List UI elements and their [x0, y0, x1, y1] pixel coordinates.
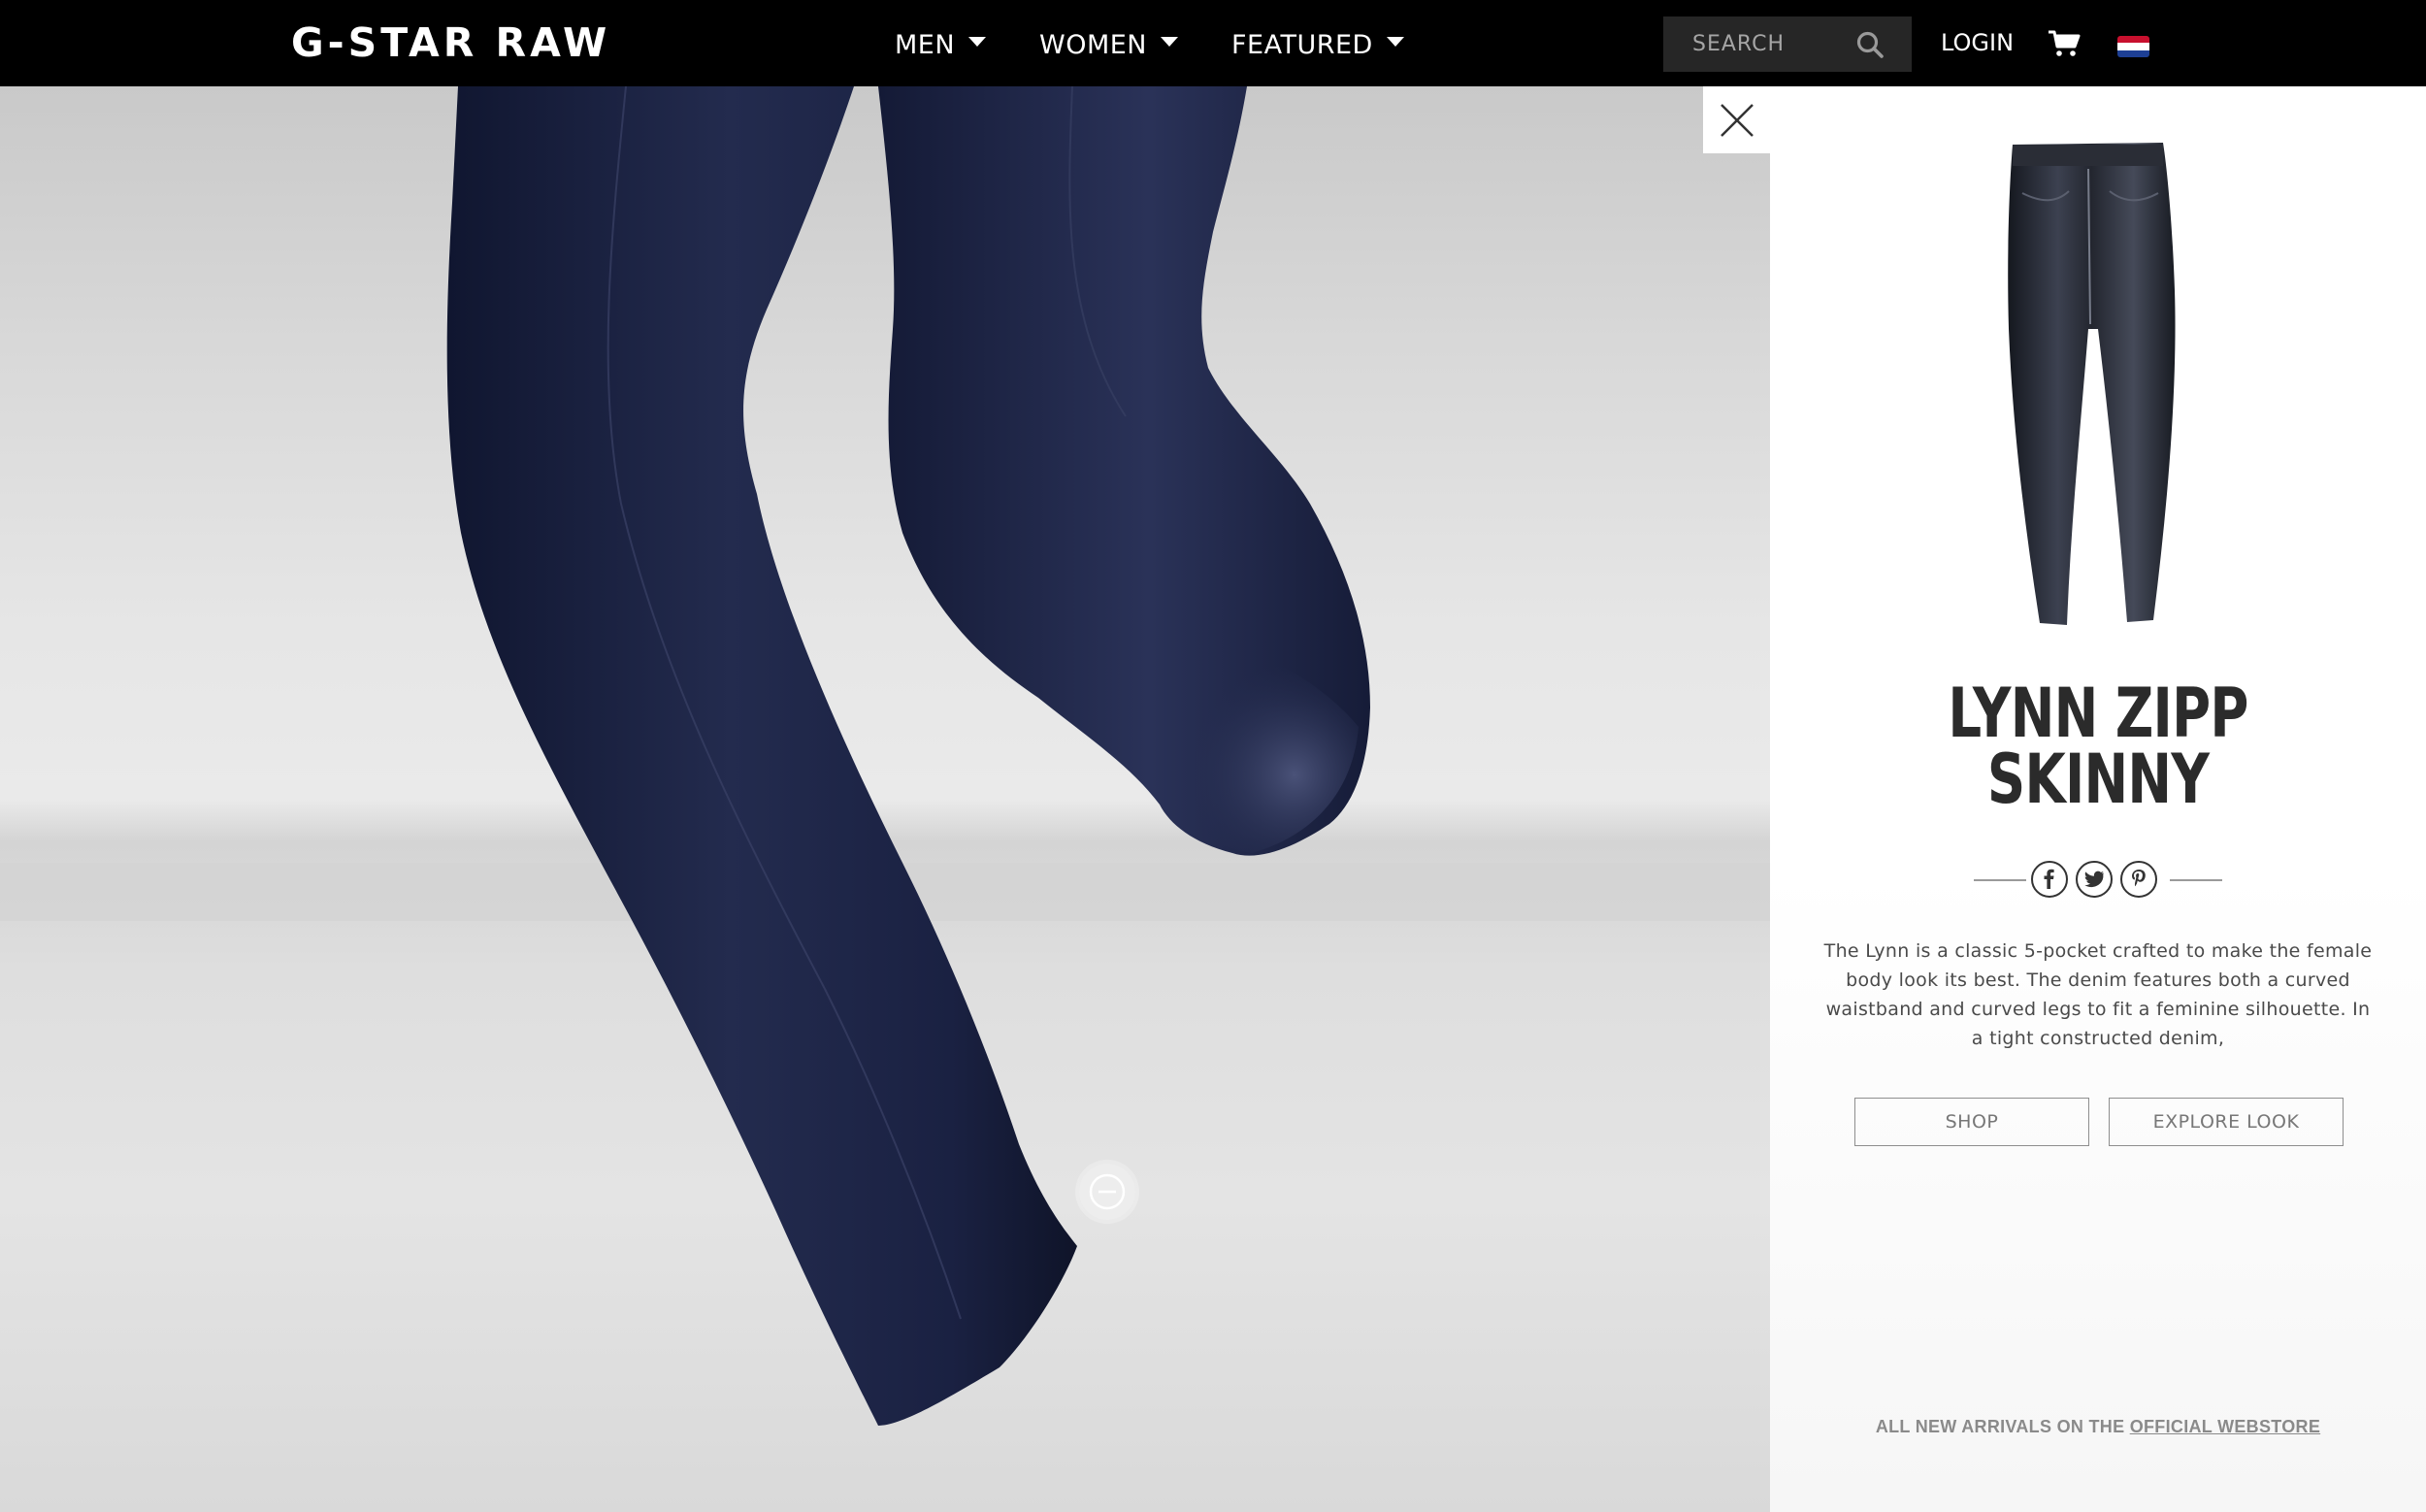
twitter-share-button[interactable] [2076, 861, 2113, 898]
nav-featured[interactable]: FEATURED [1231, 25, 1404, 64]
facebook-icon [2044, 869, 2054, 889]
explore-look-button[interactable]: EXPLORE LOOK [2109, 1098, 2344, 1146]
caret-down-icon [1386, 37, 1404, 47]
model-jeans-photo [0, 86, 1770, 1426]
caret-down-icon [1161, 37, 1179, 47]
product-thumbnail[interactable] [1974, 135, 2207, 649]
pinterest-share-button[interactable] [2120, 861, 2157, 898]
zoom-out-button[interactable] [1079, 1164, 1135, 1220]
hero-image [0, 86, 1770, 1512]
login-link[interactable]: LOGIN [1941, 29, 2014, 56]
divider [1974, 879, 2026, 881]
webstore-notice-text: ALL NEW ARRIVALS ON THE [1875, 1417, 2130, 1436]
nav-featured-label: FEATURED [1231, 29, 1373, 60]
product-title: LYNN ZIPP SKINNY [1842, 674, 2353, 819]
search-input[interactable] [1663, 16, 1857, 72]
close-button[interactable] [1703, 86, 1770, 153]
product-description: The Lynn is a classic 5-pocket crafted t… [1823, 940, 2373, 1049]
product-panel: LYNN ZIPP SKINNY The Lynn is a classic 5… [1770, 86, 2426, 1512]
pinterest-icon [2132, 870, 2146, 887]
netherlands-flag-icon[interactable] [2117, 36, 2149, 57]
shop-button[interactable]: SHOP [1854, 1098, 2089, 1146]
cart-icon[interactable] [2048, 29, 2081, 58]
product-title-line-2: SKINNY [1986, 740, 2210, 819]
search-icon[interactable] [1855, 30, 1885, 59]
social-share-row [1974, 861, 2222, 900]
product-title-line-1: LYNN ZIPP [1948, 674, 2248, 753]
facebook-share-button[interactable] [2031, 861, 2068, 898]
webstore-notice: ALL NEW ARRIVALS ON THE OFFICIAL WEBSTOR… [1770, 1417, 2426, 1437]
divider [2170, 879, 2222, 881]
nav-men[interactable]: MEN [895, 25, 987, 64]
g-star-raw-logo[interactable]: G-STAR RAW [291, 17, 610, 68]
nav-women-label: WOMEN [1039, 29, 1148, 60]
top-navigation-bar: G-STAR RAW MEN WOMEN FEATURED LOGIN [0, 0, 2426, 86]
close-icon [1721, 104, 1754, 137]
twitter-icon [2084, 871, 2104, 888]
zoom-out-icon [1089, 1173, 1126, 1210]
caret-down-icon [968, 37, 987, 47]
nav-women[interactable]: WOMEN [1039, 25, 1179, 64]
search-box [1663, 16, 1912, 72]
official-webstore-link[interactable]: OFFICIAL WEBSTORE [2130, 1417, 2320, 1436]
nav-men-label: MEN [895, 29, 956, 60]
